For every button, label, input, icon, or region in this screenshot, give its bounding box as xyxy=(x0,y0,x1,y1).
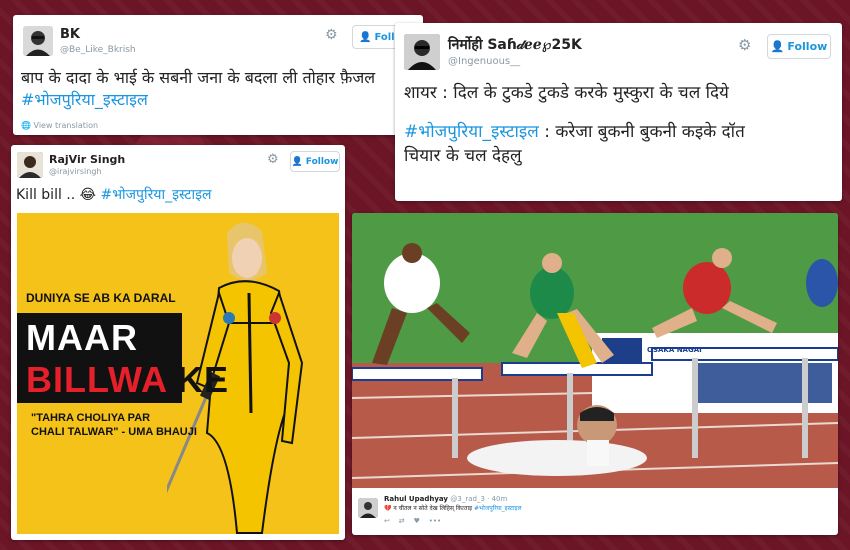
author-name[interactable]: RajVir Singh xyxy=(49,153,125,166)
tweet-card-bk: BK @Be_Like_Bkrish ⚙ 👤 Follow बाप के दादा… xyxy=(13,15,423,135)
hashtag-link[interactable]: #भोजपुरिया_इस्टाइल xyxy=(100,187,211,203)
retweet-icon[interactable]: ⇄ xyxy=(399,517,405,525)
avatar-face-icon xyxy=(17,152,43,178)
more-icon[interactable]: ••• xyxy=(429,517,441,525)
poster-quote-line-1: "TAHRA CHOLIYA PAR xyxy=(31,412,151,424)
tweet-text: शायर : दिल के टुकडे टुकडे करके मुस्कुरा … xyxy=(404,81,836,169)
globe-icon: 🌐 xyxy=(21,121,31,130)
poster-top-line: DUNIYA SE AB KA DARAL xyxy=(26,291,176,305)
tweet-line-3: चियार के चल देहलु xyxy=(404,146,522,167)
view-translation-link[interactable]: 🌐 View translation xyxy=(21,121,98,130)
poster-title-ke: KE xyxy=(177,359,230,400)
avatar-bk[interactable] xyxy=(23,26,53,56)
add-user-icon: 👤 xyxy=(770,40,785,53)
poster-quote-line-2: CHALI TALWAR" - UMA BHAUJI xyxy=(31,426,197,438)
tweet-body: 💔 न चीतल न सोते देख लिहिस् कित्‍ताइ xyxy=(384,505,473,512)
avatar-rahul[interactable] xyxy=(358,498,378,518)
tweet-text: बाप के दादा के भाई के सबनी जना के बदला ल… xyxy=(21,67,416,110)
follow-button[interactable]: 👤 Follow xyxy=(290,151,340,172)
tweet-card-rajvir: RajVir Singh @irajvirsingh ⚙ 👤 Follow Kil… xyxy=(11,145,345,540)
hashtag-link[interactable]: #भोजपुरिया_इस्टाइल xyxy=(21,90,148,109)
view-translation-label: View translation xyxy=(33,121,99,130)
gear-icon[interactable]: ⚙ xyxy=(738,36,751,54)
author-handle[interactable]: @Be_Like_Bkrish xyxy=(60,45,136,55)
follow-label: Follow xyxy=(305,156,339,167)
tweet-body: बाप के दादा के भाई के सबनी जना के बदला ल… xyxy=(21,68,376,87)
author-name[interactable]: BK xyxy=(60,27,80,42)
hurdles-scene-illustration xyxy=(352,213,838,488)
tweet-card-nirmohi: निर्मोही Saɦ𝒹ℯℯ℘25K @Ingenuous__ ⚙ 👤 Foll… xyxy=(395,23,842,201)
sponsor-banner-text: OSAKA NAGAI xyxy=(647,346,702,354)
tweet-card-hurdles: OSAKA NAGAI Rahul Upadhyay @3_rad_3 · 40… xyxy=(352,213,838,535)
kill-bill-poster-image[interactable]: DUNIYA SE AB KA DARAL MAAR BILLWA KE "TA… xyxy=(17,213,339,534)
author-handle[interactable]: @Ingenuous__ xyxy=(448,56,520,67)
tweet-line-1: शायर : दिल के टुकडे टुकडे करके मुस्कुरा … xyxy=(404,83,729,103)
add-user-icon: 👤 xyxy=(359,31,372,43)
add-user-icon: 👤 xyxy=(291,156,303,167)
gear-icon[interactable]: ⚙ xyxy=(267,152,279,167)
hashtag-link[interactable]: #भोजपुरिया_इस्टाइल xyxy=(404,122,539,142)
poster-title-maar: MAAR xyxy=(26,317,138,358)
author-handle[interactable]: @irajvirsingh xyxy=(49,167,102,176)
tweet-actions: ↩ ⇄ ♥ ••• xyxy=(384,517,441,525)
follow-label: Follow xyxy=(787,40,828,53)
avatar-face-icon xyxy=(404,34,440,70)
reply-icon[interactable]: ↩ xyxy=(384,517,390,525)
poster-title-billwa: BILLWA xyxy=(26,359,168,400)
tweet-text: Kill bill .. 😂 #भोजपुरिया_इस्टाइल xyxy=(16,186,336,205)
author-name-text: Rahul Upadhyay xyxy=(384,495,448,503)
avatar-rajvir[interactable] xyxy=(17,152,43,178)
like-icon[interactable]: ♥ xyxy=(414,517,420,525)
author-name[interactable]: निर्मोही Saɦ𝒹ℯℯ℘25K xyxy=(448,35,582,54)
avatar-face-icon xyxy=(23,26,53,56)
tweet-line-2: : करेजा बुकनी बुकनी कइके दॉत xyxy=(538,121,745,142)
tweet-text: 💔 न चीतल न सोते देख लिहिस् कित्‍ताइ #भोज… xyxy=(384,505,522,513)
gear-icon[interactable]: ⚙ xyxy=(325,27,338,43)
hashtag-link[interactable]: #भोजपुरिया_इस्टाइल xyxy=(474,505,522,512)
avatar-nirmohi[interactable] xyxy=(404,34,440,70)
author-handle[interactable]: @3_rad_3 · 40m xyxy=(450,495,507,503)
hurdles-race-photo[interactable]: OSAKA NAGAI xyxy=(352,213,838,488)
author-name[interactable]: Rahul Upadhyay @3_rad_3 · 40m xyxy=(384,495,507,503)
tweet-body: Kill bill .. 😂 xyxy=(16,187,101,203)
avatar-face-icon xyxy=(358,498,378,518)
follow-button[interactable]: 👤 Follow xyxy=(767,34,831,59)
